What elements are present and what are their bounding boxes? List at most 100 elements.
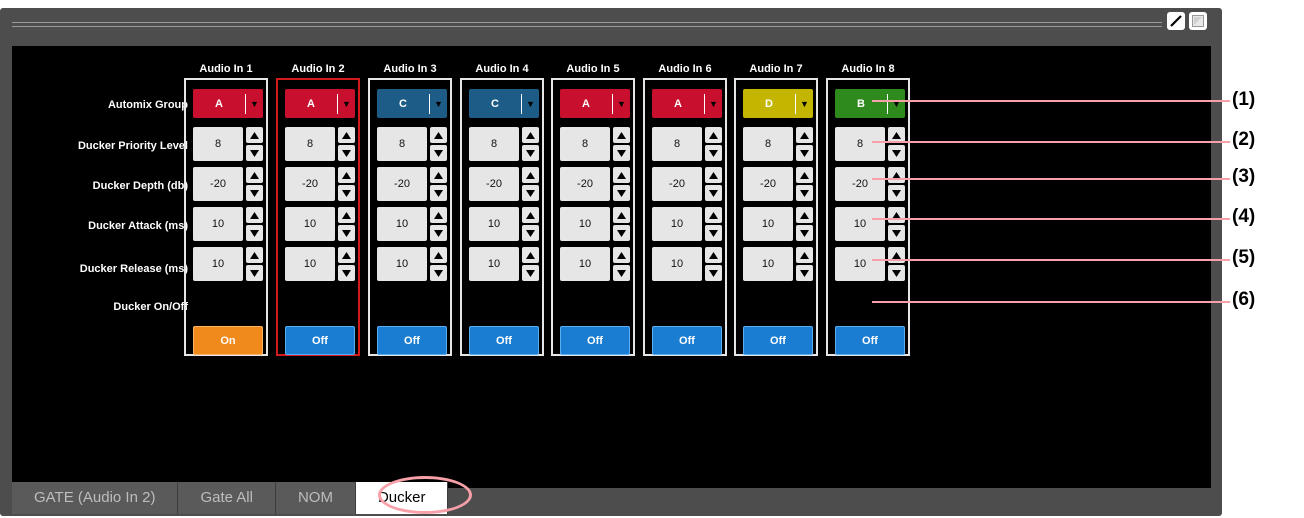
attack-value[interactable]: 10 bbox=[560, 207, 610, 241]
increment-arrow-icon[interactable] bbox=[430, 127, 447, 143]
decrement-arrow-icon[interactable] bbox=[613, 185, 630, 201]
depth-value[interactable]: -20 bbox=[743, 167, 793, 201]
increment-arrow-icon[interactable] bbox=[430, 207, 447, 223]
ducker-toggle-button[interactable]: Off bbox=[835, 326, 905, 355]
automix-group-dropdown[interactable]: C ▼ bbox=[469, 89, 539, 118]
decrement-arrow-icon[interactable] bbox=[796, 225, 813, 241]
increment-arrow-icon[interactable] bbox=[522, 127, 539, 143]
depth-value[interactable]: -20 bbox=[835, 167, 885, 201]
increment-arrow-icon[interactable] bbox=[246, 167, 263, 183]
increment-arrow-icon[interactable] bbox=[522, 167, 539, 183]
release-value[interactable]: 10 bbox=[652, 247, 702, 281]
attack-value[interactable]: 10 bbox=[377, 207, 427, 241]
priority-value[interactable]: 8 bbox=[743, 127, 793, 161]
attack-value[interactable]: 10 bbox=[652, 207, 702, 241]
increment-arrow-icon[interactable] bbox=[613, 207, 630, 223]
decrement-arrow-icon[interactable] bbox=[246, 265, 263, 281]
decrement-arrow-icon[interactable] bbox=[705, 145, 722, 161]
automix-group-dropdown[interactable]: A ▼ bbox=[560, 89, 630, 118]
increment-arrow-icon[interactable] bbox=[705, 207, 722, 223]
decrement-arrow-icon[interactable] bbox=[430, 265, 447, 281]
ducker-toggle-button[interactable]: Off bbox=[560, 326, 630, 355]
increment-arrow-icon[interactable] bbox=[796, 247, 813, 263]
automix-group-dropdown[interactable]: A ▼ bbox=[652, 89, 722, 118]
tab-gate-audio-in-2[interactable]: GATE (Audio In 2) bbox=[12, 482, 179, 514]
channel-column[interactable]: A ▼ 8 -20 10 10 Off bbox=[276, 78, 360, 356]
priority-value[interactable]: 8 bbox=[560, 127, 610, 161]
increment-arrow-icon[interactable] bbox=[796, 207, 813, 223]
decrement-arrow-icon[interactable] bbox=[522, 265, 539, 281]
increment-arrow-icon[interactable] bbox=[705, 127, 722, 143]
increment-arrow-icon[interactable] bbox=[430, 247, 447, 263]
depth-value[interactable]: -20 bbox=[285, 167, 335, 201]
priority-value[interactable]: 8 bbox=[377, 127, 427, 161]
decrement-arrow-icon[interactable] bbox=[246, 225, 263, 241]
priority-value[interactable]: 8 bbox=[652, 127, 702, 161]
increment-arrow-icon[interactable] bbox=[796, 127, 813, 143]
ducker-toggle-button[interactable]: Off bbox=[743, 326, 813, 355]
attack-value[interactable]: 10 bbox=[193, 207, 243, 241]
decrement-arrow-icon[interactable] bbox=[613, 225, 630, 241]
decrement-arrow-icon[interactable] bbox=[888, 145, 905, 161]
release-value[interactable]: 10 bbox=[743, 247, 793, 281]
release-value[interactable]: 10 bbox=[285, 247, 335, 281]
increment-arrow-icon[interactable] bbox=[613, 167, 630, 183]
decrement-arrow-icon[interactable] bbox=[613, 145, 630, 161]
window-icon[interactable] bbox=[1189, 12, 1207, 30]
ducker-toggle-button[interactable]: On bbox=[193, 326, 263, 355]
channel-column[interactable]: A ▼ 8 -20 10 10 On bbox=[184, 78, 268, 356]
channel-column[interactable]: C ▼ 8 -20 10 10 Off bbox=[368, 78, 452, 356]
increment-arrow-icon[interactable] bbox=[888, 207, 905, 223]
automix-group-dropdown[interactable]: B ▼ bbox=[835, 89, 905, 118]
decrement-arrow-icon[interactable] bbox=[705, 265, 722, 281]
increment-arrow-icon[interactable] bbox=[522, 247, 539, 263]
automix-group-dropdown[interactable]: A ▼ bbox=[285, 89, 355, 118]
release-value[interactable]: 10 bbox=[560, 247, 610, 281]
depth-value[interactable]: -20 bbox=[652, 167, 702, 201]
release-value[interactable]: 10 bbox=[193, 247, 243, 281]
ducker-toggle-button[interactable]: Off bbox=[469, 326, 539, 355]
decrement-arrow-icon[interactable] bbox=[888, 225, 905, 241]
increment-arrow-icon[interactable] bbox=[796, 167, 813, 183]
automix-group-dropdown[interactable]: C ▼ bbox=[377, 89, 447, 118]
increment-arrow-icon[interactable] bbox=[430, 167, 447, 183]
decrement-arrow-icon[interactable] bbox=[338, 265, 355, 281]
increment-arrow-icon[interactable] bbox=[705, 167, 722, 183]
decrement-arrow-icon[interactable] bbox=[888, 265, 905, 281]
channel-column[interactable]: D ▼ 8 -20 10 10 Off bbox=[734, 78, 818, 356]
decrement-arrow-icon[interactable] bbox=[796, 185, 813, 201]
priority-value[interactable]: 8 bbox=[469, 127, 519, 161]
decrement-arrow-icon[interactable] bbox=[705, 225, 722, 241]
increment-arrow-icon[interactable] bbox=[338, 247, 355, 263]
pencil-icon[interactable] bbox=[1167, 12, 1185, 30]
decrement-arrow-icon[interactable] bbox=[430, 225, 447, 241]
depth-value[interactable]: -20 bbox=[469, 167, 519, 201]
increment-arrow-icon[interactable] bbox=[246, 207, 263, 223]
tab-gate-all[interactable]: Gate All bbox=[178, 482, 276, 514]
depth-value[interactable]: -20 bbox=[560, 167, 610, 201]
decrement-arrow-icon[interactable] bbox=[430, 185, 447, 201]
decrement-arrow-icon[interactable] bbox=[888, 185, 905, 201]
depth-value[interactable]: -20 bbox=[193, 167, 243, 201]
attack-value[interactable]: 10 bbox=[469, 207, 519, 241]
ducker-toggle-button[interactable]: Off bbox=[377, 326, 447, 355]
increment-arrow-icon[interactable] bbox=[613, 127, 630, 143]
increment-arrow-icon[interactable] bbox=[705, 247, 722, 263]
decrement-arrow-icon[interactable] bbox=[430, 145, 447, 161]
increment-arrow-icon[interactable] bbox=[338, 207, 355, 223]
priority-value[interactable]: 8 bbox=[285, 127, 335, 161]
increment-arrow-icon[interactable] bbox=[246, 127, 263, 143]
automix-group-dropdown[interactable]: D ▼ bbox=[743, 89, 813, 118]
channel-column[interactable]: A ▼ 8 -20 10 10 Off bbox=[643, 78, 727, 356]
channel-column[interactable]: C ▼ 8 -20 10 10 Off bbox=[460, 78, 544, 356]
increment-arrow-icon[interactable] bbox=[522, 207, 539, 223]
automix-group-dropdown[interactable]: A ▼ bbox=[193, 89, 263, 118]
release-value[interactable]: 10 bbox=[469, 247, 519, 281]
increment-arrow-icon[interactable] bbox=[246, 247, 263, 263]
attack-value[interactable]: 10 bbox=[285, 207, 335, 241]
ducker-toggle-button[interactable]: Off bbox=[652, 326, 722, 355]
decrement-arrow-icon[interactable] bbox=[522, 225, 539, 241]
release-value[interactable]: 10 bbox=[377, 247, 427, 281]
increment-arrow-icon[interactable] bbox=[613, 247, 630, 263]
decrement-arrow-icon[interactable] bbox=[246, 185, 263, 201]
